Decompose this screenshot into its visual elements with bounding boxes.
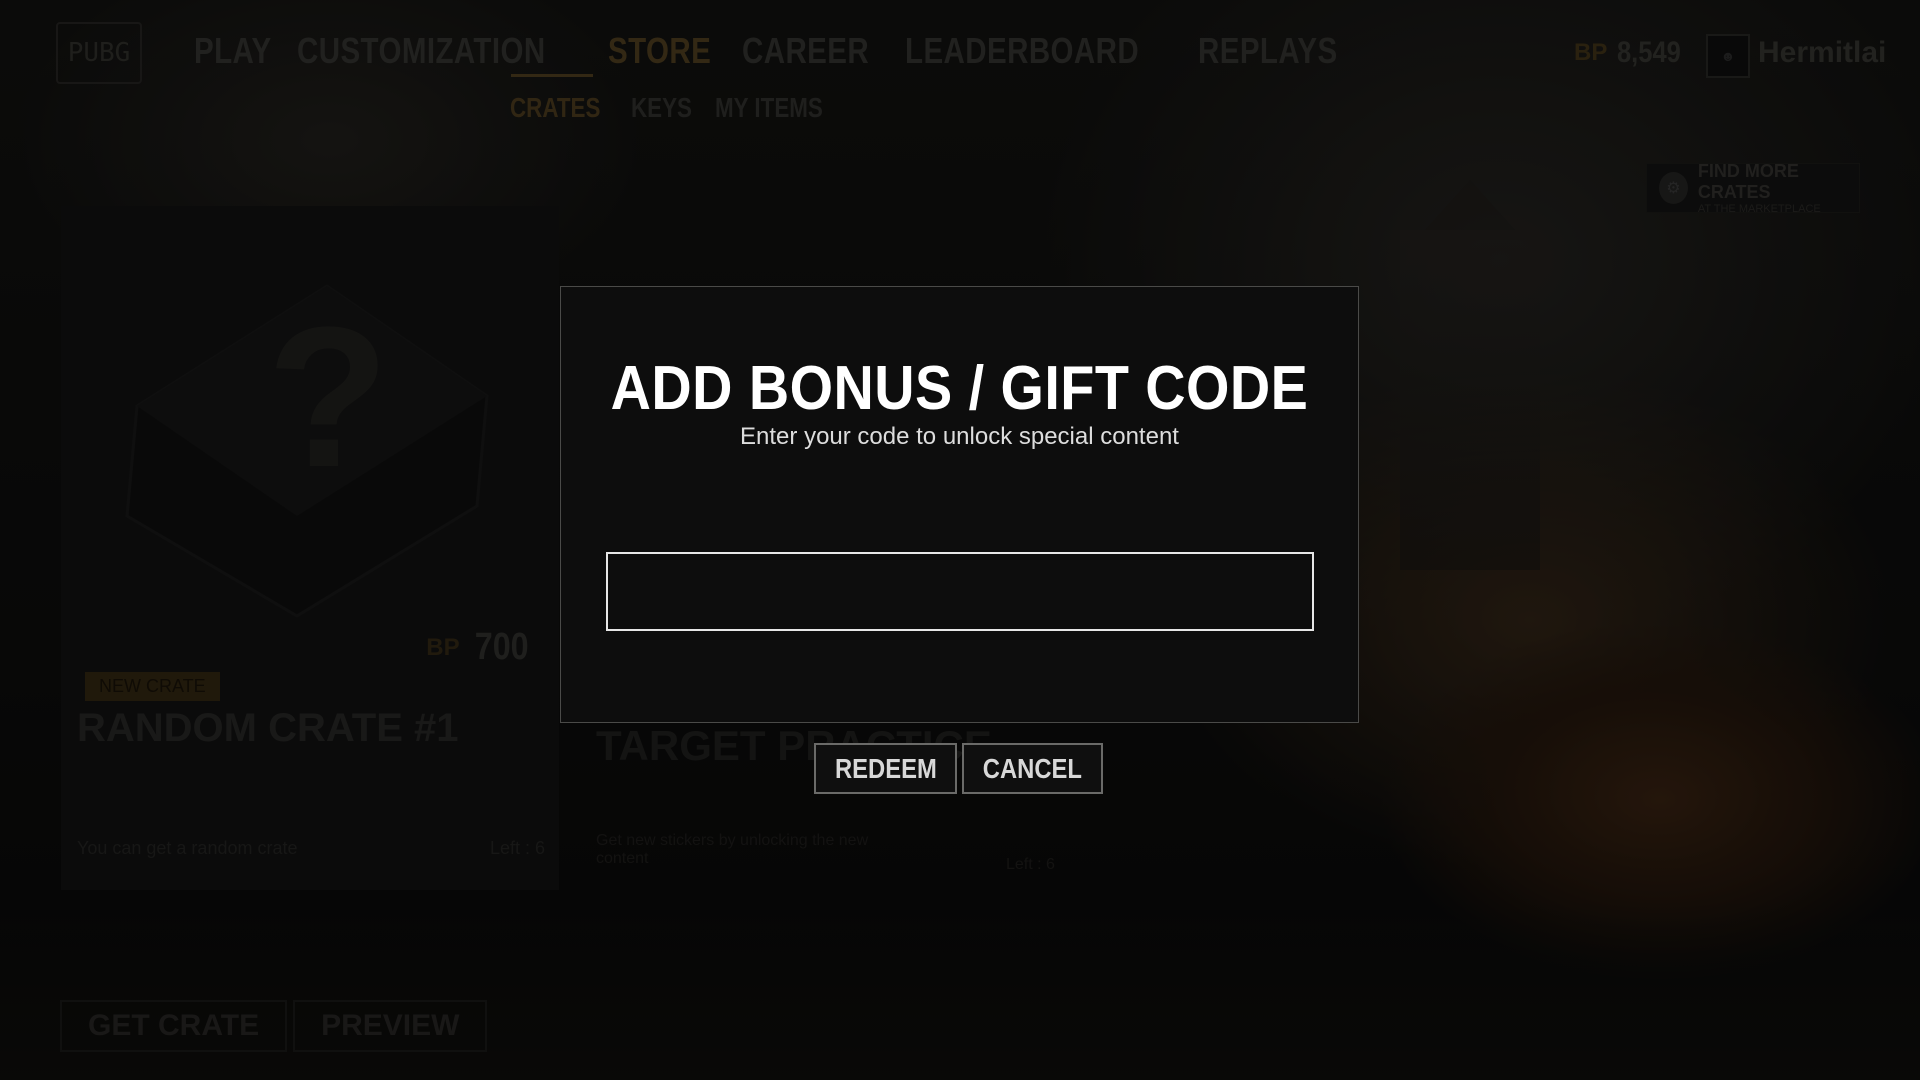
- cancel-button[interactable]: CANCEL: [962, 743, 1103, 794]
- dialog-subtitle: Enter your code to unlock special conten…: [740, 423, 1179, 450]
- gift-code-dialog: ADD BONUS / GIFT CODE Enter your code to…: [560, 286, 1359, 723]
- redeem-button-label: REDEEM: [834, 752, 937, 784]
- gift-code-input[interactable]: [606, 552, 1314, 631]
- redeem-button[interactable]: REDEEM: [814, 743, 957, 794]
- dialog-buttons: REDEEM CANCEL: [814, 743, 1103, 794]
- game-store-screen: PUBG PLAY CUSTOMIZATION STORE CAREER LEA…: [0, 0, 1920, 1080]
- dialog-title: ADD BONUS / GIFT CODE: [610, 354, 1309, 423]
- cancel-button-label: CANCEL: [982, 752, 1083, 784]
